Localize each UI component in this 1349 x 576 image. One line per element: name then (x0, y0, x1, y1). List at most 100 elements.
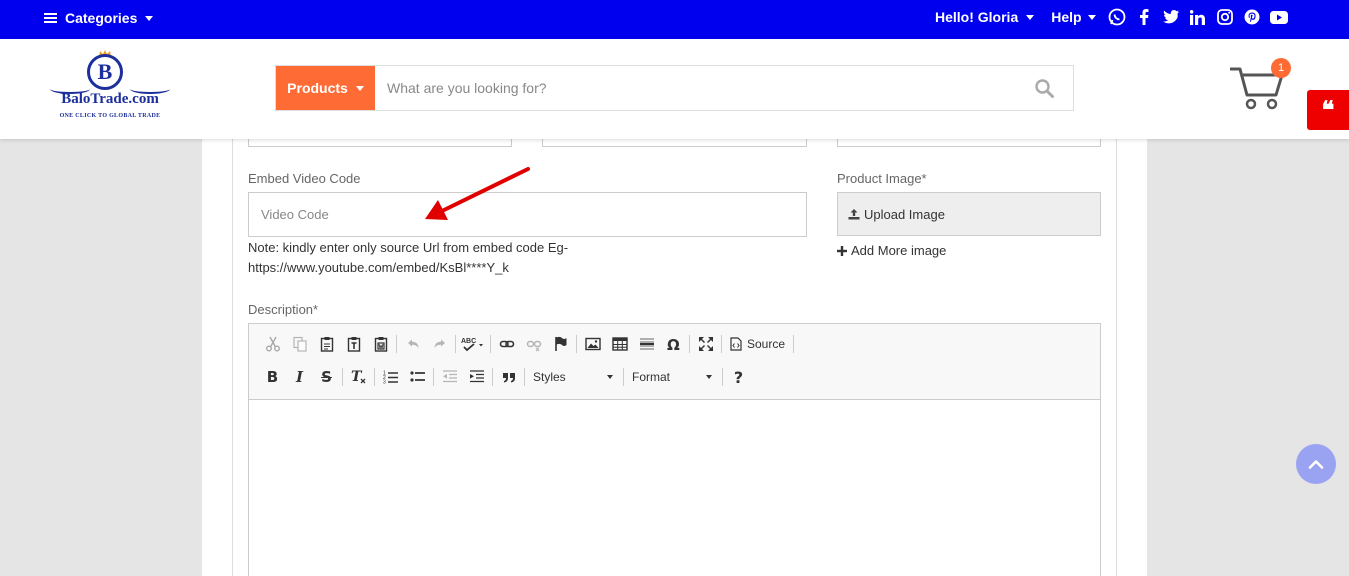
chevron-down-icon (607, 375, 613, 379)
categories-label: Categories (65, 10, 138, 26)
indent-icon[interactable] (463, 364, 490, 390)
format-label: Format (632, 370, 671, 384)
link-icon[interactable] (493, 331, 520, 357)
search-button[interactable] (1015, 66, 1073, 110)
toolbar-separator (623, 368, 624, 386)
horizontal-line-icon[interactable] (633, 331, 660, 357)
blockquote-icon[interactable] (495, 364, 522, 390)
undo-icon[interactable] (399, 331, 426, 357)
add-more-image-link[interactable]: Add More image (837, 243, 946, 258)
format-dropdown[interactable]: Format (626, 366, 720, 388)
cut-icon[interactable] (259, 331, 286, 357)
upload-image-button[interactable]: Upload Image (837, 192, 1101, 236)
linkedin-icon[interactable] (1189, 8, 1207, 26)
toolbar-separator (433, 368, 434, 386)
source-button[interactable]: Source (724, 331, 791, 357)
toolbar-separator (793, 335, 795, 353)
scroll-to-top-button[interactable] (1296, 444, 1336, 484)
spellcheck-icon[interactable]: ABC (458, 331, 488, 357)
toolbar-separator (342, 368, 343, 386)
video-code-placeholder: Video Code (261, 207, 329, 222)
editor-content-area[interactable] (249, 400, 1100, 576)
pinterest-icon[interactable] (1243, 8, 1261, 26)
italic-icon[interactable]: I (286, 364, 313, 390)
search-category-dropdown[interactable]: Products (276, 66, 375, 110)
cart-button[interactable]: 1 (1228, 58, 1291, 111)
site-header: B BaloTrade.com ONE CLICK TO GLOBAL TRAD… (0, 39, 1349, 139)
chevron-down-icon (145, 15, 154, 21)
add-more-image-label: Add More image (851, 243, 947, 258)
outdent-icon[interactable] (436, 364, 463, 390)
copy-icon[interactable] (286, 331, 313, 357)
search-input[interactable] (375, 66, 1015, 110)
annotation-arrow-icon (425, 167, 530, 220)
greeting-label: Hello! Gloria (935, 9, 1019, 25)
previous-field-edge (837, 139, 1101, 147)
search-icon (1034, 78, 1054, 98)
site-logo[interactable]: B BaloTrade.com ONE CLICK TO GLOBAL TRAD… (48, 50, 172, 126)
maximize-icon[interactable] (692, 331, 719, 357)
toolbar-row-1: ABC Ω Source (259, 331, 796, 357)
previous-field-edge (542, 139, 807, 147)
special-character-icon[interactable]: Ω (660, 331, 687, 357)
svg-text:Ω: Ω (667, 336, 680, 352)
bold-icon[interactable]: B (259, 364, 286, 390)
product-image-label: Product Image* (837, 171, 927, 186)
hamburger-icon (44, 13, 57, 23)
facebook-icon[interactable] (1135, 8, 1153, 26)
account-menu[interactable]: Hello! Gloria (935, 9, 1035, 25)
description-label: Description* (248, 302, 319, 317)
toolbar-separator (721, 335, 722, 353)
video-code-note: Note: kindly enter only source Url from … (248, 240, 569, 275)
editor-toolbar: ABC Ω Source B I S T 1 2 3 Styles Format… (249, 324, 1100, 400)
paste-word-icon[interactable] (367, 331, 394, 357)
toolbar-separator (374, 368, 375, 386)
rich-text-editor: ABC Ω Source B I S T 1 2 3 Styles Format… (248, 323, 1101, 576)
paste-text-icon[interactable] (340, 331, 367, 357)
bulleted-list-icon[interactable] (404, 364, 431, 390)
styles-label: Styles (533, 370, 566, 384)
help-menu[interactable]: Help (1051, 9, 1096, 25)
toolbar-separator (722, 368, 723, 386)
svg-text:3: 3 (383, 380, 386, 386)
toolbar-separator (524, 368, 525, 386)
quote-request-tab[interactable]: ❝ (1307, 90, 1349, 130)
whatsapp-icon[interactable] (1108, 8, 1126, 26)
help-icon[interactable]: ? (725, 364, 752, 390)
toolbar-separator (455, 335, 456, 353)
chevron-up-icon (1308, 460, 1324, 469)
chevron-down-icon (1087, 14, 1096, 20)
redo-icon[interactable] (426, 331, 453, 357)
unlink-icon[interactable] (520, 331, 547, 357)
upload-icon (848, 209, 860, 220)
strikethrough-icon[interactable]: S (313, 364, 340, 390)
search-bar: Products (275, 65, 1074, 111)
paste-icon[interactable] (313, 331, 340, 357)
anchor-flag-icon[interactable] (547, 331, 574, 357)
upload-image-label: Upload Image (864, 206, 945, 222)
chevron-down-icon (355, 85, 364, 91)
image-icon[interactable] (579, 331, 606, 357)
plus-icon (837, 245, 847, 256)
logo-emblem: B (87, 54, 123, 90)
help-label: Help (1051, 9, 1082, 25)
table-icon[interactable] (606, 331, 633, 357)
styles-dropdown[interactable]: Styles (527, 366, 621, 388)
top-bar: Categories Hello! Gloria Help (0, 0, 1349, 39)
chevron-down-icon (1026, 14, 1035, 20)
video-code-label: Embed Video Code (248, 171, 361, 186)
toolbar-separator (492, 368, 493, 386)
twitter-icon[interactable] (1162, 8, 1180, 26)
remove-format-icon[interactable]: T (345, 364, 372, 390)
previous-field-edge (248, 139, 512, 147)
search-category-label: Products (287, 80, 348, 96)
source-label: Source (747, 337, 786, 351)
top-right-nav: Hello! Gloria Help (935, 0, 1288, 34)
quote-icon: ❝ (1321, 97, 1335, 124)
numbered-list-icon[interactable]: 123 (377, 364, 404, 390)
categories-menu[interactable]: Categories (44, 0, 154, 36)
chevron-down-icon (706, 375, 712, 379)
youtube-icon[interactable] (1269, 8, 1288, 26)
source-icon (730, 337, 742, 351)
instagram-icon[interactable] (1216, 8, 1234, 26)
